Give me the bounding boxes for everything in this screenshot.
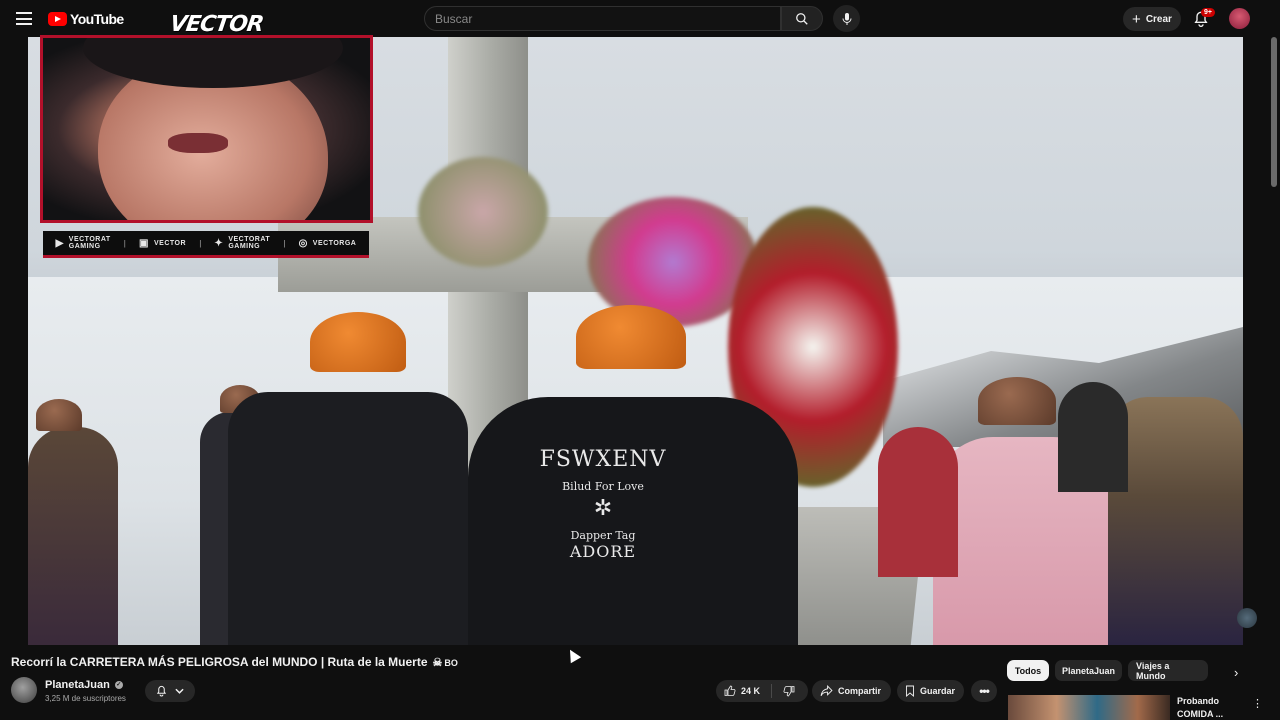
jacket-print: FSWXENV Bilud For Love ✲ Dapper Tag ADOR… [538,447,668,561]
twitch-icon: ▣ [139,237,149,249]
scene-miner-left [228,392,468,645]
chevron-right-icon[interactable]: › [1234,665,1238,680]
social-youtube-line2: GAMING [68,243,101,250]
menu-icon[interactable] [16,12,32,25]
skull-icon: ☠ [432,657,443,669]
chip-travel[interactable]: Viajes a Mundo [1128,660,1208,681]
search-icon [796,12,808,25]
search-box [424,6,781,31]
youtube-icon: ▶ [55,237,64,249]
share-button[interactable]: Compartir [812,680,891,702]
more-horizontal-icon: ••• [979,684,990,698]
channel-avatar[interactable] [11,677,37,703]
create-label: Crear [1145,13,1172,25]
social-twitch: ▣ VECTOR [139,238,186,249]
recommended-video-title[interactable]: Probando COMIDA ... [1177,695,1247,720]
twitter-icon: ✦ [214,237,224,249]
separator: | [123,238,126,248]
voice-search-button[interactable] [833,5,860,32]
vector-logo: VECTOR [168,12,265,37]
jacket-text-2: Bilud For Love [562,480,644,493]
video-title-text: Recorrí la CARRETERA MÁS PELIGROSA del M… [11,655,428,669]
youtube-logo[interactable]: YouTube [48,11,124,27]
streamer-hair [83,38,343,88]
jacket-text-3: Dapper Tag [570,529,636,542]
social-twitch-line1: VECTOR [153,239,187,247]
save-label: Guardar [920,686,956,696]
microphone-icon [842,12,851,25]
social-youtube: ▶ VECTORAT GAMING [56,236,111,250]
verified-icon: ✓ [114,681,123,689]
video-title: Recorrí la CARRETERA MÁS PELIGROSA del M… [11,655,458,669]
jacket-text-1: FSWXENV [539,447,667,472]
social-instagram-line1: VECTORGA [312,239,357,247]
title-country: BO [444,658,458,668]
notification-badge: 9+ [1201,8,1215,17]
chip-channel[interactable]: PlanetaJuan [1055,660,1122,681]
jacket-text-4: ADORE [569,542,637,561]
social-twitter-line1: VECTORAT [228,236,271,243]
brand-name: YouTube [70,11,124,27]
account-avatar[interactable] [1229,8,1250,29]
thumbs-up-icon [724,685,736,696]
scene-flowers-left [418,157,548,267]
social-twitter-line2: GAMING [228,243,261,250]
social-youtube-line1: VECTORAT [68,236,111,243]
separator: | [283,238,286,248]
share-icon [820,685,833,697]
search-button[interactable] [781,6,823,31]
thumbs-down-icon[interactable] [783,685,795,697]
bell-icon [156,685,167,697]
youtube-play-icon [48,12,67,26]
like-dislike-group: 24 K [716,680,808,702]
scene-orange-helmet-left [310,312,406,372]
streamer-mouth [168,133,228,153]
plus-icon: + [1132,10,1141,28]
chip-all[interactable]: Todos [1007,660,1049,681]
scene-person-red [878,427,958,577]
mouse-cursor [564,646,582,664]
channel-name[interactable]: PlanetaJuan ✓ [45,679,123,691]
recommended-video-thumbnail[interactable] [1008,695,1170,720]
create-button[interactable]: + Crear [1123,7,1181,31]
social-instagram: ◎ VECTORGA [299,238,357,249]
more-vertical-icon[interactable]: ⋮ [1252,697,1263,710]
save-button[interactable]: Guardar [897,680,964,702]
scene-person-shawl [1108,397,1243,645]
webcam-overlay [40,35,373,223]
channel-name-text: PlanetaJuan [45,679,110,691]
subscription-bell-button[interactable] [145,680,195,702]
like-button[interactable]: 24 K [724,685,760,697]
like-count: 24 K [741,686,761,696]
instagram-icon: ◎ [298,237,308,249]
scene-person-left [28,427,118,645]
divider [771,684,773,698]
scene-hat-left [36,399,82,431]
subscriber-count: 3,25 M de suscriptores [45,694,126,703]
share-label: Compartir [838,686,882,696]
more-actions-button[interactable]: ••• [971,680,997,702]
chevron-down-icon [175,688,184,694]
search-input[interactable] [435,11,780,26]
scene-person-far-right [1058,382,1128,492]
social-twitter: ✦ VECTORAT GAMING [214,236,270,250]
bee-icon: ✲ [593,496,613,521]
scene-helmet-right [978,377,1056,425]
separator: | [199,238,202,248]
channel-watermark[interactable] [1237,608,1257,628]
page-scrollbar[interactable] [1271,37,1277,187]
bookmark-icon [906,685,914,697]
social-links-bar: ▶ VECTORAT GAMING | ▣ VECTOR | ✦ VECTORA… [43,231,369,258]
scene-orange-helmet-center [576,305,686,369]
